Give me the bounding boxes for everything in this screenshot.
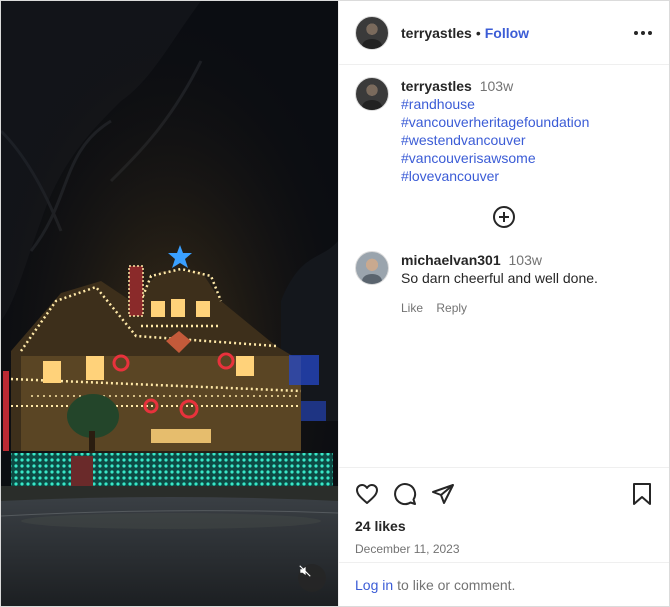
post-footer: 24 likes December 11, 2023 (339, 467, 669, 556)
mute-toggle-button[interactable] (298, 564, 326, 592)
hashtag-link[interactable]: #westendvancouver (401, 132, 526, 148)
comment-item: michaelvan301 103w So darn cheerful and … (339, 229, 669, 317)
more-options-button[interactable] (633, 30, 653, 36)
caption-body: terryastles 103w #randhouse #vancouverhe… (401, 77, 653, 185)
action-bar (355, 482, 653, 506)
login-link[interactable]: Log in (355, 577, 393, 593)
post-media-video[interactable] (1, 1, 338, 606)
load-more-comments-button[interactable] (339, 205, 669, 229)
hashtag-link[interactable]: #lovevancouver (401, 167, 653, 185)
login-prompt-text: to like or comment. (397, 576, 516, 593)
separator-dot: • (475, 24, 481, 41)
hashtag-link[interactable]: #vancouverisawsome (401, 150, 536, 166)
comment-like-button[interactable]: Like (401, 301, 423, 315)
caption-author-avatar[interactable] (355, 77, 389, 111)
comment-actions: Like Reply (401, 299, 598, 317)
author-username[interactable]: terryastles (401, 25, 472, 41)
comment-body: michaelvan301 103w So darn cheerful and … (401, 251, 598, 317)
login-prompt: Log in to like or comment. (339, 562, 669, 606)
caption-age: 103w (479, 78, 514, 94)
more-horizontal-icon (634, 30, 652, 35)
plus-circle-icon (493, 206, 515, 228)
bookmark-icon (633, 483, 651, 505)
comment-age: 103w (508, 252, 542, 268)
paper-plane-icon (432, 484, 454, 504)
comment-text: So darn cheerful and well done. (401, 270, 598, 286)
likes-count[interactable]: 24 likes (355, 518, 653, 534)
speaker-muted-icon (299, 565, 311, 577)
commenter-avatar[interactable] (355, 251, 389, 285)
instagram-post: terryastles • Follow terryastles 103w #r… (0, 0, 670, 607)
comment-bubble-icon (394, 483, 417, 506)
follow-button[interactable]: Follow (485, 25, 529, 41)
christmas-house-image (1, 1, 338, 606)
caption: terryastles 103w #randhouse #vancouverhe… (339, 65, 669, 185)
post-side-panel: terryastles • Follow terryastles 103w #r… (338, 1, 669, 606)
post-date: December 11, 2023 (355, 542, 460, 556)
comment-reply-button[interactable]: Reply (436, 301, 467, 315)
save-button[interactable] (631, 482, 653, 506)
like-button[interactable] (355, 482, 379, 506)
post-header: terryastles • Follow (339, 1, 669, 65)
heart-icon (356, 484, 378, 504)
hashtag-link[interactable]: #vancouverheritagefoundation (401, 113, 653, 131)
caption-author[interactable]: terryastles (401, 78, 472, 94)
author-avatar[interactable] (355, 15, 389, 50)
share-button[interactable] (431, 482, 455, 506)
comment-button[interactable] (393, 482, 417, 506)
hashtag-link[interactable]: #randhouse (401, 95, 653, 113)
commenter-username[interactable]: michaelvan301 (401, 252, 501, 268)
